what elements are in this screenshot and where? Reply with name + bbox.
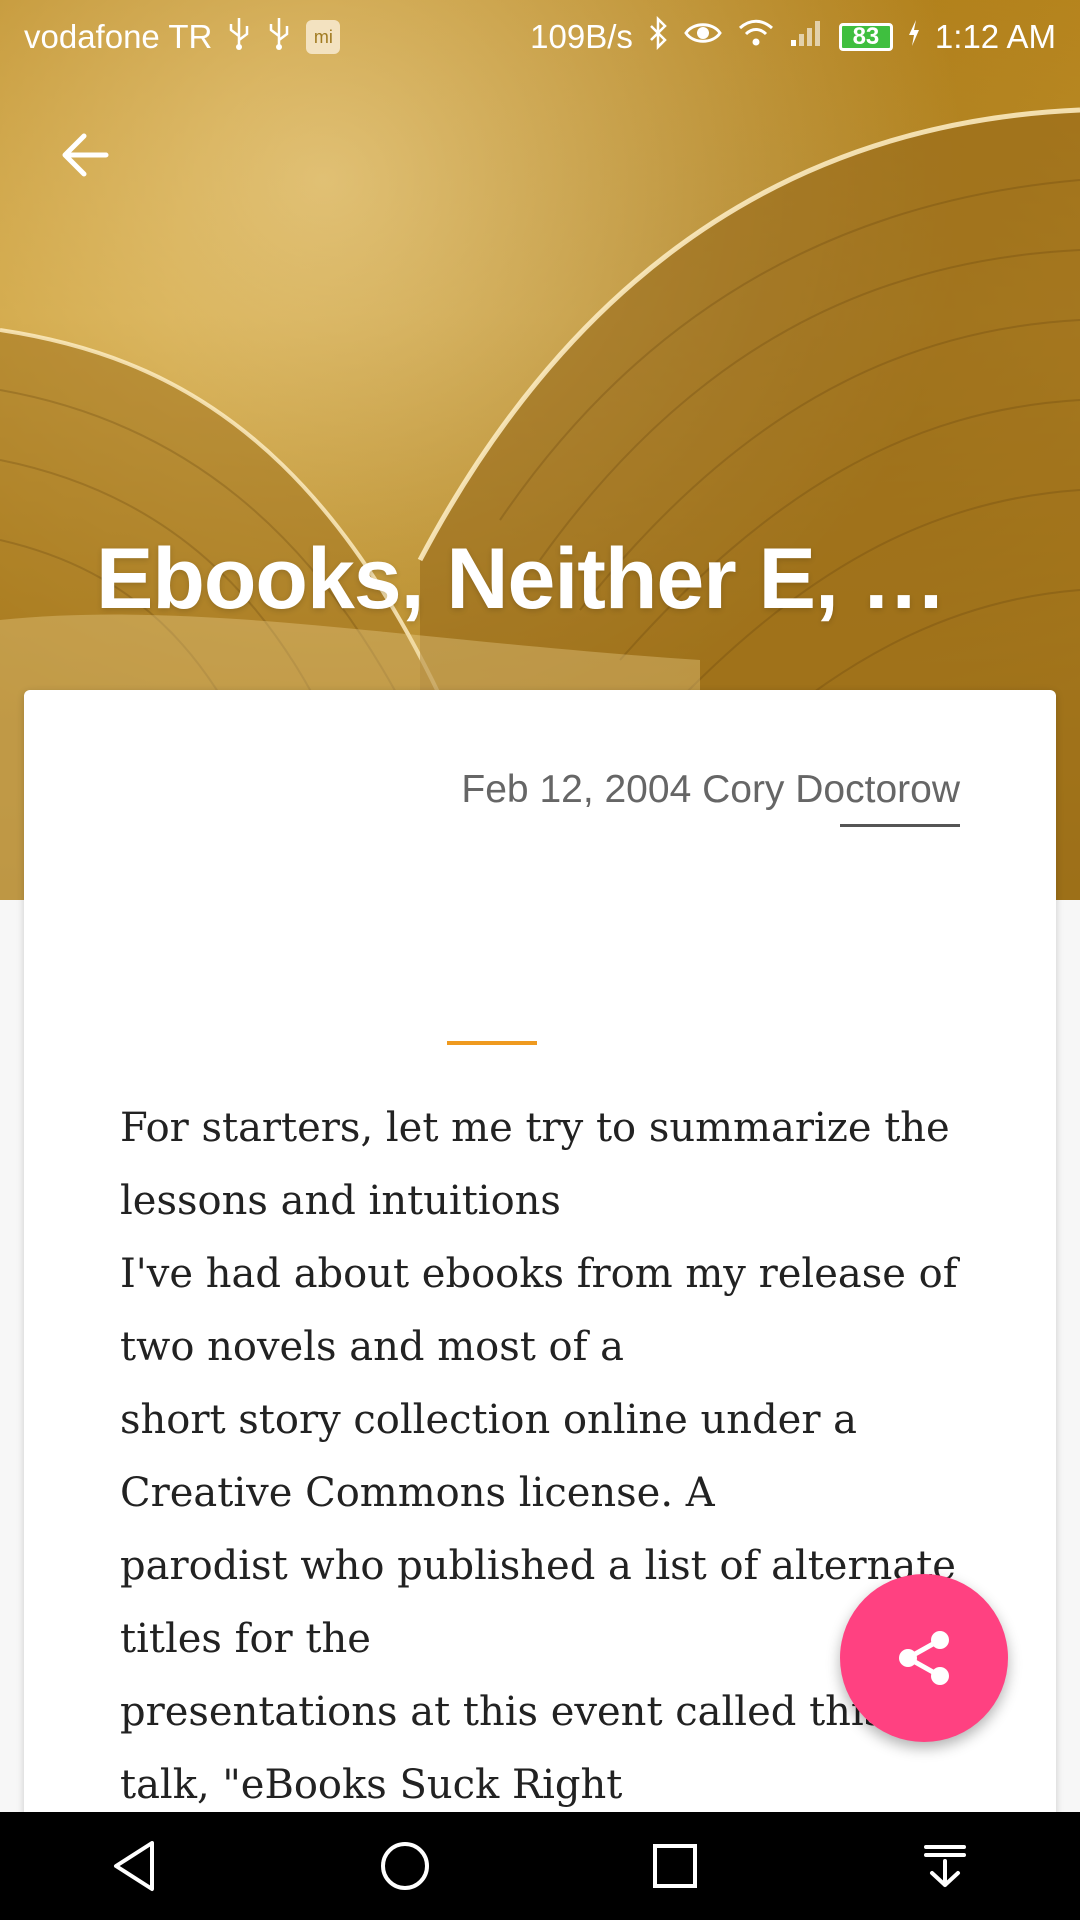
accent-divider [447,1041,537,1045]
body-line: Creative Commons license. A [120,1470,715,1516]
body-line: parodist who published a list of alterna… [120,1543,956,1589]
arrow-left-icon [62,133,109,177]
body-line: For starters, let me try to summarize th… [120,1105,950,1151]
author-underline [840,824,960,827]
nav-home-button[interactable] [365,1826,445,1906]
share-icon [899,1631,949,1685]
clock-label: 1:12 AM [934,18,1056,55]
signal-icon [789,18,825,56]
body-line: short story collection online under a [120,1397,858,1443]
nav-recents-button[interactable] [635,1826,715,1906]
battery-icon: 83 [838,23,893,51]
notifications-pulldown-icon [924,1845,966,1887]
eye-icon [683,18,723,56]
carrier-label: vodafone TR [24,18,213,55]
nav-back-button[interactable] [95,1826,175,1906]
nav-notifications-button[interactable] [905,1826,985,1906]
net-speed-label: 109B/s [530,18,633,55]
article-title: Ebooks, Neither E, N… [96,531,996,627]
usb-icon [266,16,292,58]
back-button[interactable] [50,120,120,190]
back-triangle-icon [114,1841,154,1891]
body-line: two novels and most of a [120,1324,624,1370]
home-circle-icon [381,1842,429,1890]
bluetooth-icon [647,15,669,58]
body-line: lessons and intuitions [120,1178,561,1224]
mi-icon: mi [306,20,341,54]
usb-icon [226,16,252,58]
charging-icon [907,18,921,56]
system-nav-bar [0,1812,1080,1920]
body-line: I've had about ebooks from my release of [120,1251,958,1297]
share-button[interactable] [840,1574,1008,1742]
status-bar: vodafone TR mi 109B/s 83 1:12 AM [0,0,1080,74]
recents-square-icon [653,1844,697,1888]
article-meta: Feb 12, 2004 Cory Doctorow [461,768,960,811]
wifi-icon [737,18,775,56]
